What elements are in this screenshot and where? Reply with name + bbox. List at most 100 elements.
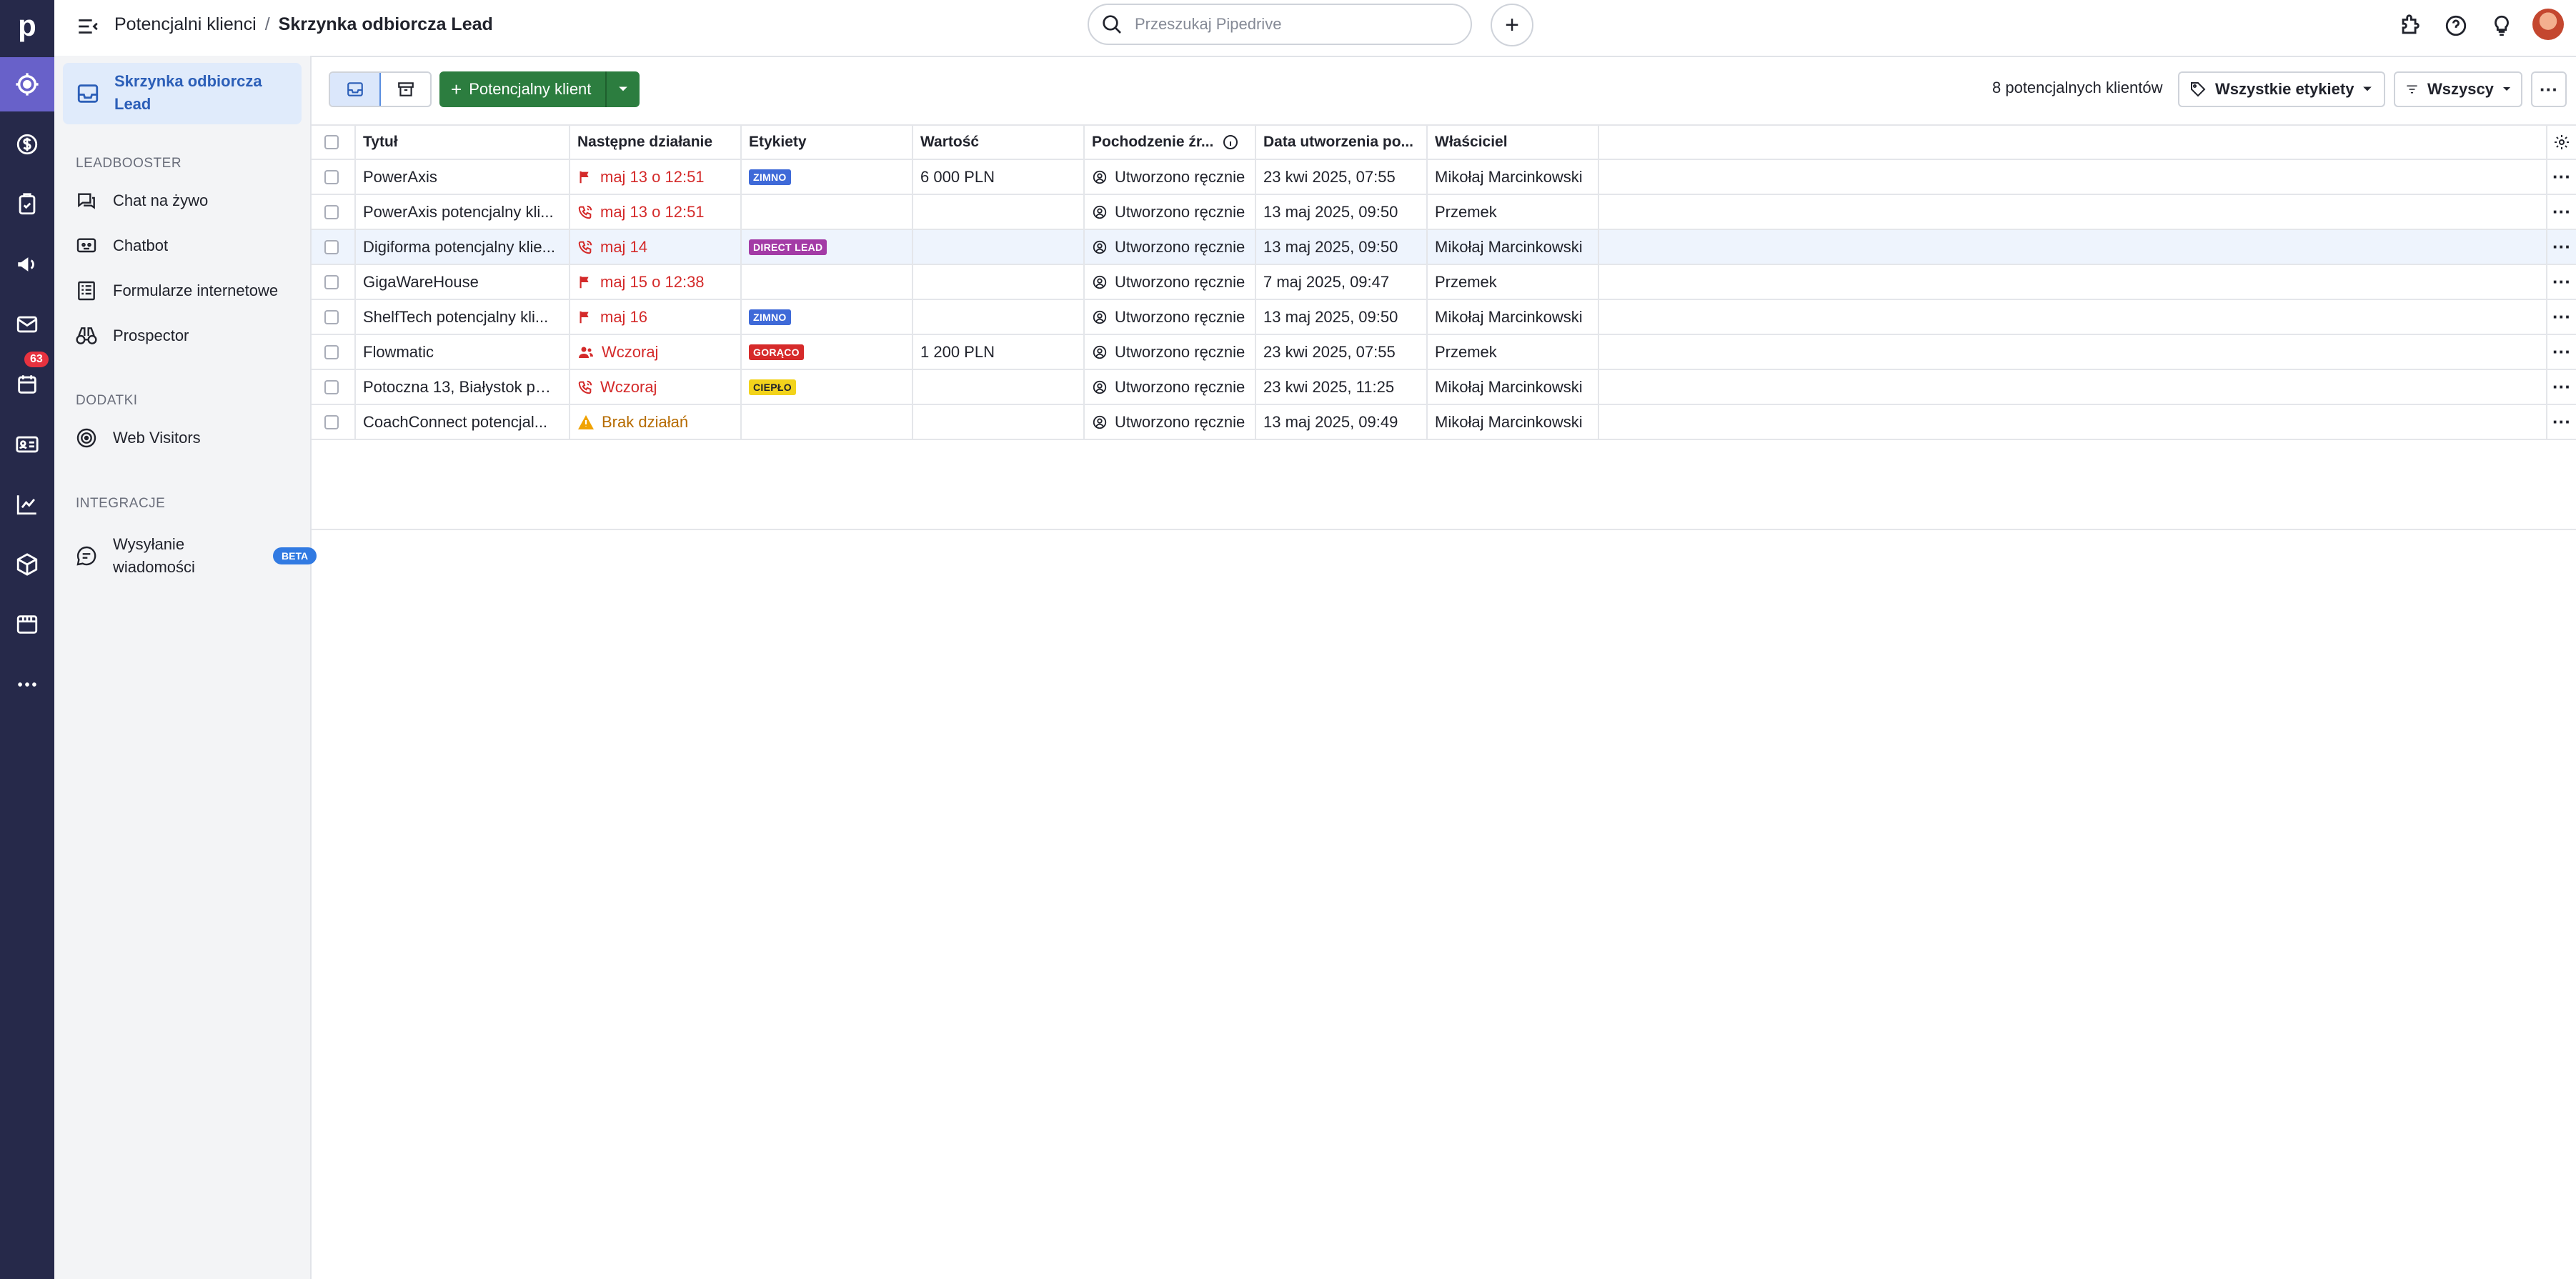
lead-title-cell[interactable]: ShelfTech potencjalny kli...	[356, 300, 570, 334]
row-checkbox[interactable]	[324, 414, 339, 429]
row-more-button[interactable]: ···	[2547, 370, 2576, 404]
value-cell[interactable]: 1 200 PLN	[913, 335, 1085, 369]
owner-cell[interactable]: Mikołaj Marcinkowski	[1428, 160, 1599, 194]
more-icon[interactable]	[0, 657, 54, 712]
row-checkbox[interactable]	[324, 344, 339, 359]
lead-title-cell[interactable]: Potoczna 13, Białystok po...	[356, 370, 570, 404]
row-checkbox[interactable]	[324, 379, 339, 394]
table-row[interactable]: Digiforma potencjalny klie... maj 14 DIREC…	[312, 230, 2576, 265]
search-box[interactable]	[1088, 4, 1472, 45]
next-activity[interactable]: maj 13 o 12:51	[577, 203, 705, 222]
value-cell[interactable]	[913, 405, 1085, 439]
column-header-labels[interactable]: Etykiety	[742, 126, 913, 159]
column-header-owner[interactable]: Właściciel	[1428, 126, 1599, 159]
row-more-button[interactable]: ···	[2547, 265, 2576, 299]
dollar-icon[interactable]	[0, 117, 54, 171]
search-input[interactable]	[1133, 14, 1451, 34]
next-activity-cell[interactable]: Brak działań	[570, 405, 742, 439]
next-activity[interactable]: maj 14	[577, 238, 647, 257]
sidebar-item-prospector[interactable]: Prospector	[74, 324, 189, 348]
column-header-title[interactable]: Tytuł	[356, 126, 570, 159]
more-options-button[interactable]: ···	[2531, 71, 2567, 107]
table-row[interactable]: Potoczna 13, Białystok po... Wczoraj CIEPŁ…	[312, 370, 2576, 405]
table-row[interactable]: CoachConnect potencjal... Brak działań Utw…	[312, 405, 2576, 440]
pipedrive-logo[interactable]: p	[0, 0, 54, 51]
value-cell[interactable]	[913, 300, 1085, 334]
row-checkbox[interactable]	[324, 274, 339, 289]
collapse-menu-icon[interactable]	[76, 14, 100, 39]
next-activity[interactable]: maj 16	[577, 308, 647, 327]
row-more-button[interactable]: ···	[2547, 405, 2576, 439]
owner-cell[interactable]: Mikołaj Marcinkowski	[1428, 300, 1599, 334]
chart-icon[interactable]	[0, 477, 54, 532]
owner-cell[interactable]: Przemek	[1428, 265, 1599, 299]
add-lead-button[interactable]: + Potencjalny klient	[439, 71, 606, 107]
table-row[interactable]: Flowmatic Wczoraj GORĄCO 1 200 PLN Utworzono…	[312, 335, 2576, 370]
info-icon[interactable]	[1222, 134, 1239, 151]
lead-title-cell[interactable]: Flowmatic	[356, 335, 570, 369]
table-row[interactable]: GigaWareHouse maj 15 o 12:38 Utworzono ręc…	[312, 265, 2576, 300]
lead-title-cell[interactable]: PowerAxis potencjalny kli...	[356, 195, 570, 229]
extensions-icon[interactable]	[2397, 12, 2424, 39]
owner-cell[interactable]: Mikołaj Marcinkowski	[1428, 230, 1599, 264]
row-checkbox[interactable]	[324, 239, 339, 254]
sidebar-item-messaging[interactable]: Wysyłanie wiadomości BETA	[74, 533, 317, 579]
next-activity[interactable]: maj 15 o 12:38	[577, 273, 705, 292]
contacts-icon[interactable]	[0, 417, 54, 472]
owner-cell[interactable]: Przemek	[1428, 335, 1599, 369]
row-checkbox[interactable]	[324, 169, 339, 184]
sidebar-item-web-forms[interactable]: Formularze internetowe	[74, 279, 278, 303]
next-activity-cell[interactable]: maj 15 o 12:38	[570, 265, 742, 299]
mail-icon[interactable]	[0, 297, 54, 352]
next-activity-cell[interactable]: Wczoraj	[570, 370, 742, 404]
value-cell[interactable]	[913, 370, 1085, 404]
labels-cell[interactable]	[742, 405, 913, 439]
column-settings-icon[interactable]	[2547, 126, 2576, 159]
next-activity-cell[interactable]: maj 14	[570, 230, 742, 264]
row-more-button[interactable]: ···	[2547, 195, 2576, 229]
megaphone-icon[interactable]	[0, 237, 54, 292]
value-cell[interactable]	[913, 230, 1085, 264]
lead-title[interactable]: Flowmatic	[363, 343, 434, 362]
column-header-created[interactable]: Data utworzenia po...	[1256, 126, 1428, 159]
table-row[interactable]: PowerAxis maj 13 o 12:51 ZIMNO 6 000 PLN Utw…	[312, 160, 2576, 195]
column-header-value[interactable]: Wartość	[913, 126, 1085, 159]
value-cell[interactable]: 6 000 PLN	[913, 160, 1085, 194]
next-activity[interactable]: maj 13 o 12:51	[577, 168, 705, 186]
box-icon[interactable]	[0, 537, 54, 592]
row-checkbox[interactable]	[324, 309, 339, 324]
sidebar-item-live-chat[interactable]: Chat na żywo	[74, 189, 208, 213]
owner-cell[interactable]: Mikołaj Marcinkowski	[1428, 370, 1599, 404]
row-more-button[interactable]: ···	[2547, 335, 2576, 369]
labels-cell[interactable]: ZIMNO	[742, 160, 913, 194]
avatar[interactable]	[2532, 9, 2564, 40]
sidebar-item-chatbot[interactable]: Chatbot	[74, 234, 168, 258]
owner-filter-button[interactable]: Wszyscy	[2394, 71, 2522, 107]
lead-title[interactable]: GigaWareHouse	[363, 273, 479, 292]
next-activity[interactable]: Wczoraj	[577, 378, 657, 397]
table-row[interactable]: PowerAxis potencjalny kli... maj 13 o 12:…	[312, 195, 2576, 230]
column-header-next-activity[interactable]: Następne działanie	[570, 126, 742, 159]
archive-view-button[interactable]	[381, 73, 430, 106]
row-more-button[interactable]: ···	[2547, 300, 2576, 334]
add-lead-dropdown-button[interactable]	[605, 71, 640, 107]
labels-cell[interactable]: DIRECT LEAD	[742, 230, 913, 264]
select-all-checkbox[interactable]	[324, 135, 339, 149]
lead-title-cell[interactable]: GigaWareHouse	[356, 265, 570, 299]
row-more-button[interactable]: ···	[2547, 160, 2576, 194]
value-cell[interactable]	[913, 265, 1085, 299]
lead-title-cell[interactable]: CoachConnect potencjal...	[356, 405, 570, 439]
lightbulb-icon[interactable]	[2488, 12, 2515, 39]
owner-cell[interactable]: Mikołaj Marcinkowski	[1428, 405, 1599, 439]
next-activity-cell[interactable]: maj 13 o 12:51	[570, 195, 742, 229]
labels-cell[interactable]: ZIMNO	[742, 300, 913, 334]
lead-title-cell[interactable]: PowerAxis	[356, 160, 570, 194]
labels-cell[interactable]	[742, 265, 913, 299]
lead-title-cell[interactable]: Digiforma potencjalny klie...	[356, 230, 570, 264]
lead-title[interactable]: PowerAxis	[363, 168, 437, 186]
sidebar-item-leads-inbox[interactable]: Skrzynka odbiorcza Lead	[63, 63, 302, 124]
lead-title[interactable]: CoachConnect potencjal...	[363, 413, 547, 432]
row-checkbox[interactable]	[324, 204, 339, 219]
calendar-icon[interactable]: 63	[0, 352, 54, 412]
lead-title[interactable]: Potoczna 13, Białystok po...	[363, 378, 556, 397]
